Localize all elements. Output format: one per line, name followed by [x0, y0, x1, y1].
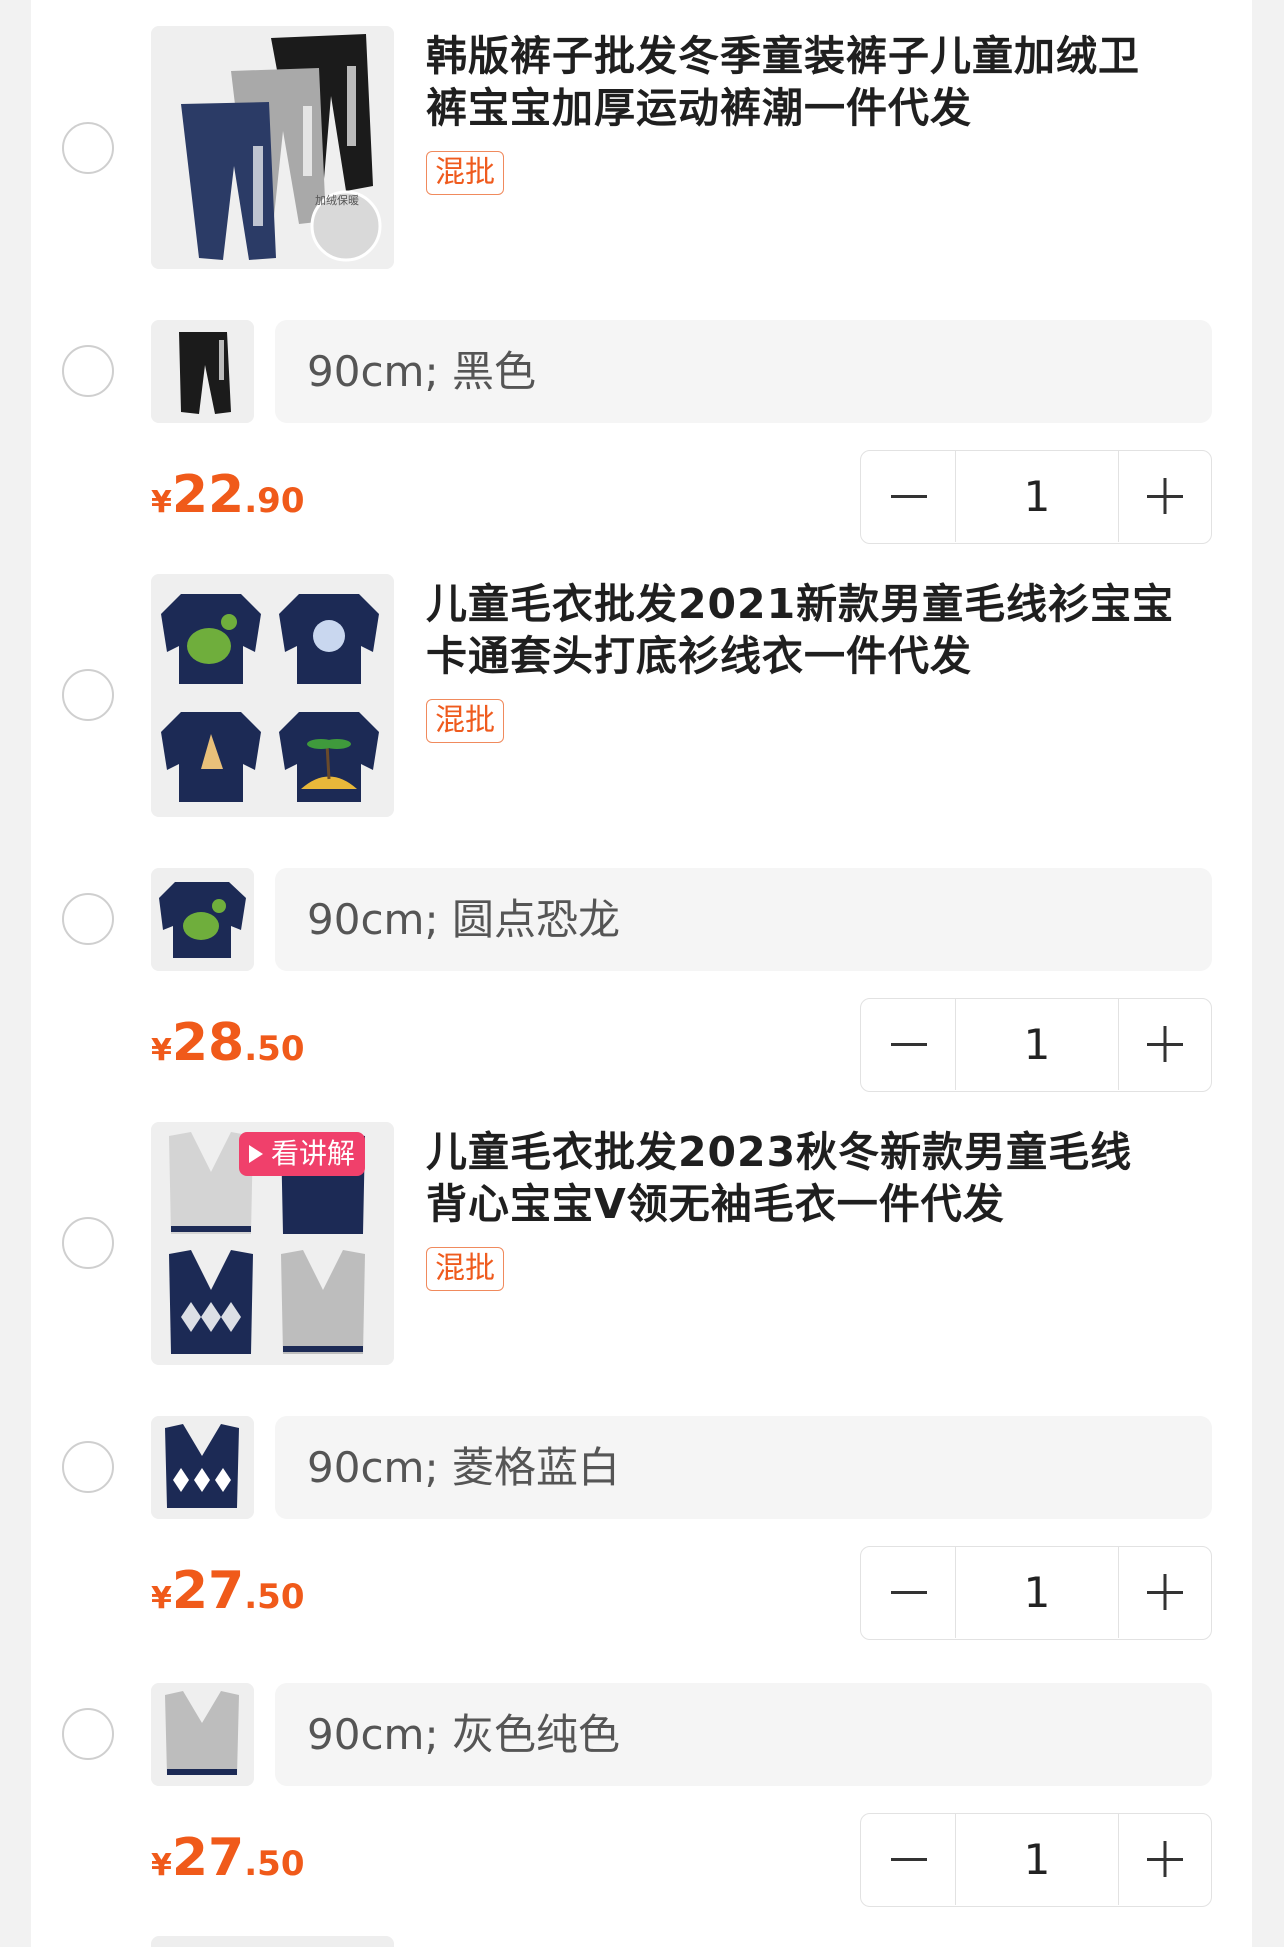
minus-icon	[891, 1591, 927, 1594]
sku-spec-selector[interactable]: 90cm; 灰色纯色	[275, 1683, 1212, 1786]
select-sku-checkbox[interactable]	[62, 1441, 114, 1493]
price-integer: 22	[171, 465, 245, 525]
increase-button[interactable]	[1118, 1814, 1211, 1905]
argyle-vest-icon	[151, 1416, 254, 1519]
product-title-line: 卡通套头打底衫线衣一件代发	[426, 632, 972, 680]
price-currency: ¥	[151, 1581, 172, 1616]
quantity-stepper[interactable]: 1	[860, 1546, 1212, 1640]
product-title-line: 韩版裤子批发冬季童装裤子儿童加绒卫	[426, 32, 1140, 80]
increase-button[interactable]	[1118, 999, 1211, 1090]
mixed-wholesale-tag: 混批	[426, 699, 504, 743]
plus-icon	[1147, 1026, 1183, 1062]
product-title-line: 儿童毛衣批发2021新款男童毛线衫宝宝	[426, 580, 1175, 628]
product-title-line: 背心宝宝V领无袖毛衣一件代发	[426, 1180, 1005, 1228]
quantity-input[interactable]: 1	[955, 999, 1119, 1090]
price-decimal: .50	[244, 1029, 305, 1069]
price-decimal: .90	[244, 481, 305, 521]
product-image-pants[interactable]: 加绒保暖	[151, 26, 394, 269]
plus-icon	[1147, 478, 1183, 514]
product-title-line: 裤宝宝加厚运动裤潮一件代发	[426, 84, 972, 132]
select-sku-checkbox[interactable]	[62, 1708, 114, 1760]
sku-image	[151, 1416, 254, 1519]
sku-image	[151, 868, 254, 971]
increase-button[interactable]	[1118, 451, 1211, 542]
product-title-line: 儿童毛衣批发2023秋冬新款男童毛线	[426, 1128, 1133, 1176]
quantity-input[interactable]: 1	[955, 1547, 1119, 1638]
price-integer: 27	[171, 1828, 245, 1888]
decrease-button[interactable]	[861, 999, 956, 1090]
pants-image-icon: 加绒保暖	[151, 26, 394, 269]
quantity-stepper[interactable]: 1	[860, 1813, 1212, 1907]
product-title[interactable]: 儿童毛衣批发2021新款男童毛线衫宝宝 卡通套头打底衫线衣一件代发	[426, 578, 1216, 682]
price-integer: 27	[171, 1561, 245, 1621]
select-sku-checkbox[interactable]	[62, 345, 114, 397]
dino-sweater-icon	[151, 868, 254, 971]
price-integer: 28	[171, 1013, 245, 1073]
sku-image	[151, 320, 254, 423]
plus-icon	[1147, 1574, 1183, 1610]
decrease-button[interactable]	[861, 1547, 956, 1638]
black-pants-icon	[151, 320, 254, 423]
cart-list	[31, 0, 1252, 1947]
select-product-checkbox[interactable]	[62, 1217, 114, 1269]
sku-price: ¥28.50	[151, 1013, 304, 1073]
sku-spec-selector[interactable]: 90cm; 圆点恐龙	[275, 868, 1212, 971]
increase-button[interactable]	[1118, 1547, 1211, 1638]
minus-icon	[891, 1043, 927, 1046]
quantity-stepper[interactable]: 1	[860, 450, 1212, 544]
sku-spec-selector[interactable]: 90cm; 菱格蓝白	[275, 1416, 1212, 1519]
play-icon	[249, 1145, 263, 1163]
minus-icon	[891, 495, 927, 498]
quantity-input[interactable]: 1	[955, 451, 1119, 542]
quantity-stepper[interactable]: 1	[860, 998, 1212, 1092]
quantity-input[interactable]: 1	[955, 1814, 1119, 1905]
select-product-checkbox[interactable]	[62, 122, 114, 174]
price-decimal: .50	[244, 1844, 305, 1884]
plus-icon	[1147, 1841, 1183, 1877]
price-currency: ¥	[151, 485, 172, 520]
select-sku-checkbox[interactable]	[62, 893, 114, 945]
decrease-button[interactable]	[861, 451, 956, 542]
grey-vest-icon	[151, 1683, 254, 1786]
price-currency: ¥	[151, 1033, 172, 1068]
minus-icon	[891, 1858, 927, 1861]
price-currency: ¥	[151, 1848, 172, 1883]
sku-price: ¥22.90	[151, 465, 304, 525]
price-decimal: .50	[244, 1577, 305, 1617]
sweaters-image-icon	[151, 574, 394, 817]
product-image-sweaters[interactable]	[151, 574, 394, 817]
select-product-checkbox[interactable]	[62, 669, 114, 721]
decrease-button[interactable]	[861, 1814, 956, 1905]
sku-price: ¥27.50	[151, 1828, 304, 1888]
pants-warm-text: 加绒保暖	[315, 193, 359, 207]
product-image-vests[interactable]: 看讲解	[151, 1122, 394, 1365]
sku-price: ¥27.50	[151, 1561, 304, 1621]
mixed-wholesale-tag: 混批	[426, 1247, 504, 1291]
product-title[interactable]: 儿童毛衣批发2023秋冬新款男童毛线 背心宝宝V领无袖毛衣一件代发	[426, 1126, 1216, 1230]
badge-label: 看讲解	[271, 1137, 356, 1170]
sku-spec-selector[interactable]: 90cm; 黑色	[275, 320, 1212, 423]
mixed-wholesale-tag: 混批	[426, 151, 504, 195]
next-product-image-partial	[151, 1936, 394, 1947]
sku-image	[151, 1683, 254, 1786]
product-title[interactable]: 韩版裤子批发冬季童装裤子儿童加绒卫 裤宝宝加厚运动裤潮一件代发	[426, 30, 1216, 134]
video-explain-badge[interactable]: 看讲解	[239, 1132, 366, 1176]
